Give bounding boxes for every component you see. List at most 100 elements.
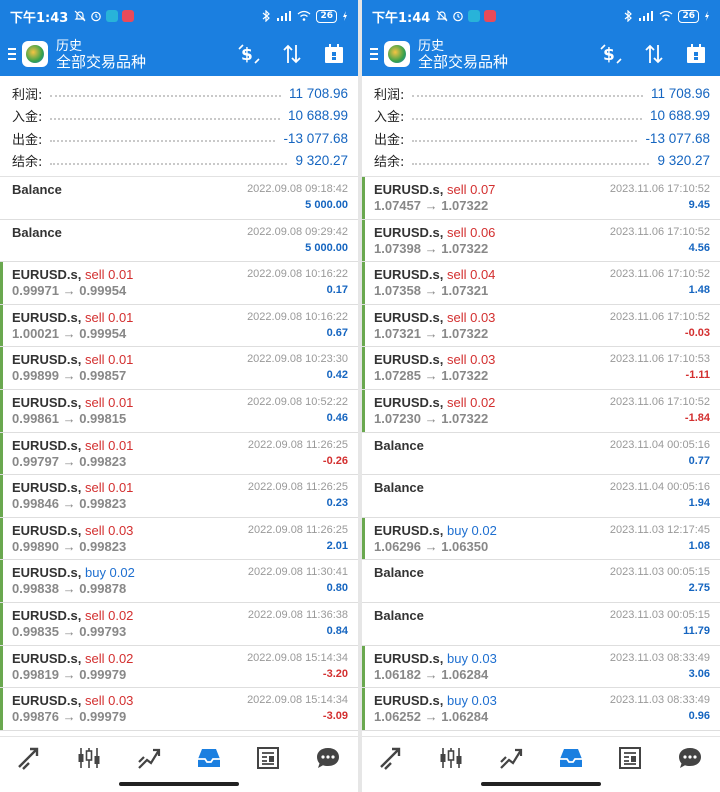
app-logo — [22, 41, 48, 67]
balance-row[interactable]: Balance 2023.11.04 00:05:16 0.77 — [362, 433, 720, 476]
trade-icon[interactable] — [496, 744, 526, 772]
trade-row[interactable]: EURUSD.s, sell 0.02 0.99835 → 0.99793 2022… — [0, 602, 358, 646]
sort-icon[interactable] — [644, 43, 664, 65]
trade-side: sell 0.02 — [84, 607, 134, 623]
trade-row[interactable]: EURUSD.s, buy 0.02 1.06296 → 1.06350 2023.… — [362, 517, 720, 561]
balance-row[interactable]: Balance 2022.09.08 09:18:42 5 000.00 — [0, 177, 358, 220]
news-icon[interactable] — [615, 744, 645, 772]
balance-row[interactable]: Balance 2023.11.04 00:05:16 1.94 — [362, 475, 720, 518]
trade-prices: 0.99861 → 0.99815 — [12, 410, 127, 426]
row-profit: 5 000.00 — [305, 241, 348, 254]
home-indicator[interactable] — [481, 782, 601, 786]
messages-icon[interactable] — [675, 744, 705, 772]
trade-prices: 1.06252 → 1.06284 — [374, 709, 489, 725]
trade-prices: 0.99835 → 0.99793 — [12, 623, 127, 639]
trade-row[interactable]: EURUSD.s, sell 0.01 0.99846 → 0.99823 2022… — [0, 475, 358, 518]
calendar-icon[interactable] — [686, 43, 706, 65]
dollar-filter-icon[interactable]: $ — [600, 43, 622, 65]
leader-dots — [50, 117, 280, 120]
bluetooth-icon — [263, 10, 271, 22]
symbol-filter: 全部交易品种 — [418, 54, 509, 71]
history-icon[interactable] — [556, 744, 586, 772]
app-bar-titles[interactable]: 历史 全部交易品种 — [56, 37, 146, 71]
trade-symbol: EURUSD.s, — [374, 394, 444, 410]
chart-icon[interactable] — [74, 744, 104, 772]
trade-symbol: EURUSD.s, — [12, 352, 82, 368]
signal-icon — [277, 11, 292, 21]
trade-side: sell 0.01 — [84, 437, 134, 453]
wifi-icon — [298, 10, 311, 21]
trade-row[interactable]: EURUSD.s, sell 0.02 1.07230 → 1.07322 2023… — [362, 389, 720, 433]
trade-row[interactable]: EURUSD.s, sell 0.06 1.07398 → 1.07322 2023… — [362, 219, 720, 263]
quotes-icon[interactable] — [15, 744, 45, 772]
calendar-icon[interactable] — [324, 43, 344, 65]
balance-row[interactable]: Balance 2023.11.03 00:05:15 11.79 — [362, 603, 720, 646]
trade-row[interactable]: EURUSD.s, sell 0.04 1.07358 → 1.07321 2023… — [362, 262, 720, 305]
battery-icon: 26 — [678, 9, 699, 23]
menu-icon[interactable] — [370, 48, 378, 60]
trade-row[interactable]: EURUSD.s, sell 0.03 1.07285 → 1.07322 2023… — [362, 347, 720, 390]
quotes-icon[interactable] — [377, 744, 407, 772]
trade-row[interactable]: EURUSD.s, sell 0.02 0.99819 → 0.99979 2022… — [0, 645, 358, 689]
trade-row[interactable]: EURUSD.s, sell 0.01 0.99971 → 0.99954 2022… — [0, 262, 358, 305]
trade-row[interactable]: EURUSD.s, sell 0.01 0.99797 → 0.99823 2022… — [0, 432, 358, 476]
summary-row: 利润: 11 708.96 — [12, 82, 348, 105]
balance-row[interactable]: Balance 2023.11.03 00:05:15 2.75 — [362, 560, 720, 603]
trade-row[interactable]: EURUSD.s, sell 0.01 0.99861 → 0.99815 2022… — [0, 389, 358, 433]
trade-symbol: EURUSD.s, — [12, 565, 82, 581]
mute-bell-icon — [74, 10, 86, 22]
history-list: EURUSD.s, sell 0.07 1.07457 → 1.07322 2023… — [362, 177, 720, 731]
home-indicator[interactable] — [119, 782, 239, 786]
bluetooth-icon — [625, 10, 633, 22]
dollar-filter-icon[interactable]: $ — [238, 43, 260, 65]
row-datetime: 2022.09.08 10:16:22 — [247, 268, 348, 281]
trade-row[interactable]: EURUSD.s, sell 0.01 0.99899 → 0.99857 2022… — [0, 347, 358, 390]
trade-row[interactable]: EURUSD.s, buy 0.03 1.06182 → 1.06284 2023.… — [362, 645, 720, 689]
trade-row[interactable]: EURUSD.s, buy 0.02 0.99838 → 0.99878 2022.… — [0, 560, 358, 603]
row-datetime: 2022.09.08 15:14:34 — [247, 651, 348, 664]
trade-side: sell 0.01 — [84, 352, 134, 368]
trade-row[interactable]: EURUSD.s, sell 0.07 1.07457 → 1.07322 2023… — [362, 177, 720, 220]
trade-row[interactable]: EURUSD.s, sell 0.03 1.07321 → 1.07322 2023… — [362, 304, 720, 348]
row-datetime: 2022.09.08 10:52:22 — [247, 395, 348, 408]
trade-row[interactable]: EURUSD.s, buy 0.03 1.06252 → 1.06284 2023.… — [362, 688, 720, 731]
sort-icon[interactable] — [282, 43, 302, 65]
trade-side: buy 0.02 — [446, 522, 497, 538]
account-summary: 利润: 11 708.96 入金: 10 688.99 出金: -13 077.68 结余:… — [0, 76, 358, 177]
trade-side: sell 0.03 — [446, 352, 496, 368]
summary-label: 入金: — [12, 110, 43, 126]
row-datetime: 2023.11.03 08:33:49 — [609, 651, 710, 664]
messages-icon[interactable] — [313, 744, 343, 772]
trade-symbol: EURUSD.s, — [12, 693, 82, 709]
balance-row[interactable]: Balance 2022.09.08 09:29:42 5 000.00 — [0, 220, 358, 263]
row-datetime: 2023.11.06 17:10:52 — [609, 183, 710, 195]
trade-prices: 1.07285 → 1.07322 — [374, 368, 489, 384]
trade-row[interactable]: EURUSD.s, sell 0.01 1.00021 → 0.99954 2022… — [0, 304, 358, 348]
row-datetime: 2022.09.08 11:36:38 — [247, 608, 348, 621]
trade-row[interactable]: EURUSD.s, sell 0.03 0.99876 → 0.99979 2022… — [0, 688, 358, 731]
summary-row: 出金: -13 077.68 — [12, 127, 348, 150]
page-title: 历史 — [418, 38, 445, 53]
row-datetime: 2023.11.06 17:10:53 — [609, 353, 710, 366]
menu-icon[interactable] — [8, 48, 16, 60]
trade-row[interactable]: EURUSD.s, sell 0.03 0.99890 → 0.99823 2022… — [0, 517, 358, 561]
row-datetime: 2022.09.08 10:16:22 — [247, 310, 348, 323]
trade-prices: 0.99899 → 0.99857 — [12, 368, 127, 384]
row-datetime: 2023.11.03 12:17:45 — [609, 523, 710, 536]
row-profit: 0.80 — [326, 582, 348, 595]
chart-icon[interactable] — [436, 744, 466, 772]
summary-label: 结余: — [12, 155, 43, 171]
app-bar-titles[interactable]: 历史 全部交易品种 — [418, 37, 508, 71]
leader-dots — [412, 140, 638, 143]
alarm-icon — [453, 11, 464, 22]
account-summary: 利润: 11 708.96 入金: 10 688.99 出金: -13 077.68 结余:… — [362, 76, 720, 177]
trade-icon[interactable] — [134, 744, 164, 772]
row-profit: 2.75 — [688, 582, 710, 595]
page-title: 历史 — [56, 38, 83, 53]
news-icon[interactable] — [253, 744, 283, 772]
status-notification-icons — [436, 10, 497, 22]
trade-side: sell 0.01 — [84, 309, 134, 325]
status-system-icons: 26 — [261, 9, 348, 23]
trade-prices: 0.99797 → 0.99823 — [12, 453, 127, 469]
history-icon[interactable] — [194, 744, 224, 772]
